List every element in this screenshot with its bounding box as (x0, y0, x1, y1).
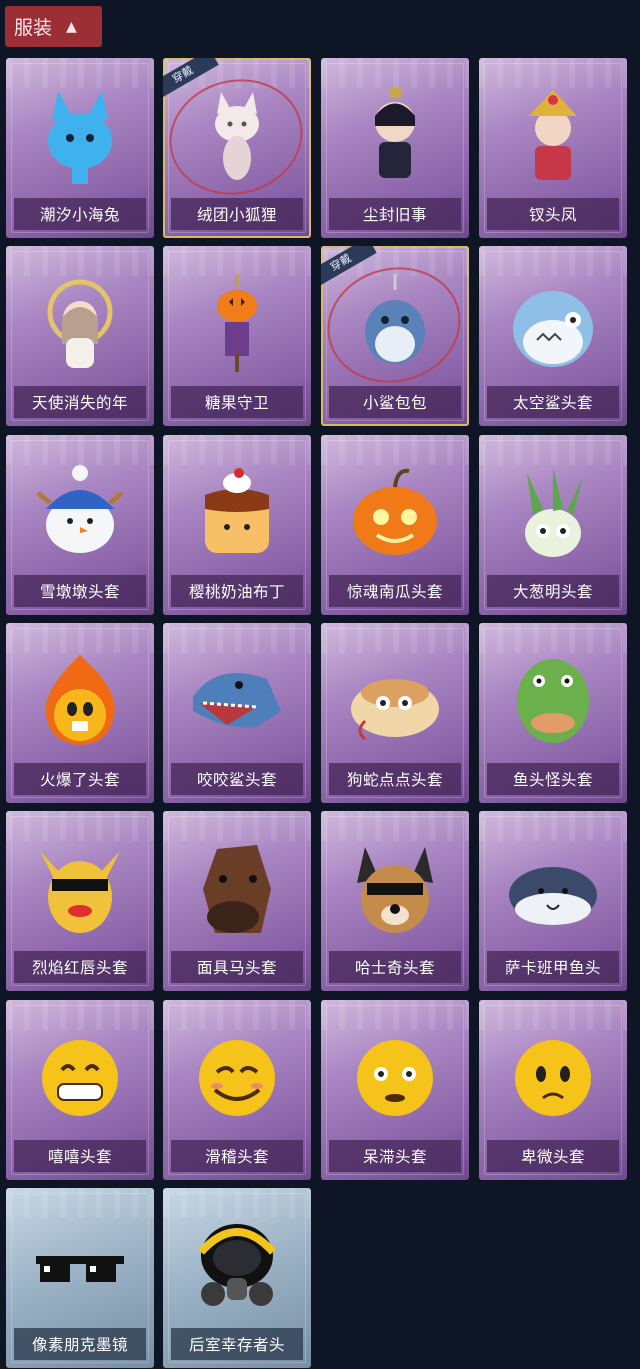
pumpkin-scarecrow-icon (187, 274, 287, 378)
costume-card[interactable]: 烈焰红唇头套 (6, 811, 154, 991)
white-fox-pendant-icon (187, 86, 287, 190)
red-lips-head-icon (30, 839, 130, 943)
gas-mask-helmet-icon (187, 1216, 287, 1320)
costume-name: 尘封旧事 (329, 198, 461, 230)
costume-card[interactable]: 咬咬鲨头套 (163, 623, 311, 803)
horse-mask-head-icon (187, 839, 287, 943)
costume-name: 小鲨包包 (329, 386, 461, 418)
pumpkin-head-icon (345, 463, 445, 567)
costume-section-toggle[interactable]: 服装 ▲ (5, 6, 102, 47)
costume-name: 萨卡班甲鱼头 (487, 951, 619, 983)
sacabambaspis-head-icon (503, 839, 603, 943)
costume-name: 哈士奇头套 (329, 951, 461, 983)
costume-card[interactable]: 滑稽头套 (163, 1000, 311, 1180)
costume-card[interactable]: 像素朋克墨镜 (6, 1188, 154, 1368)
blue-rabbit-figure-icon (30, 86, 130, 190)
costume-card[interactable]: 尘封旧事 (321, 58, 469, 238)
phoenix-crown-doll-icon (503, 86, 603, 190)
biting-shark-head-icon (187, 651, 287, 755)
costume-name: 天使消失的年 (14, 386, 146, 418)
costume-card[interactable]: 绒团小狐狸 穿戴 (163, 58, 311, 238)
pleading-emoji-head-icon (503, 1028, 603, 1132)
costume-card[interactable]: 天使消失的年 (6, 246, 154, 426)
costume-name: 大葱明头套 (487, 575, 619, 607)
costume-name: 咬咬鲨头套 (171, 763, 303, 795)
section-title: 服装 (14, 17, 53, 39)
costume-name: 呆滞头套 (329, 1140, 461, 1172)
angel-doll-icon (30, 274, 130, 378)
pixel-sunglasses-icon (30, 1216, 130, 1320)
costume-name: 绒团小狐狸 (171, 198, 303, 230)
costume-name: 雪墩墩头套 (14, 575, 146, 607)
costume-card[interactable]: 太空鲨头套 (479, 246, 627, 426)
costume-card[interactable]: 呆滞头套 (321, 1000, 469, 1180)
costume-name: 滑稽头套 (171, 1140, 303, 1172)
costume-card[interactable]: 嘻嘻头套 (6, 1000, 154, 1180)
costume-name: 太空鲨头套 (487, 386, 619, 418)
costume-name: 惊魂南瓜头套 (329, 575, 461, 607)
space-shark-head-icon (503, 274, 603, 378)
costume-name: 鱼头怪头套 (487, 763, 619, 795)
costume-card[interactable]: 面具马头套 (163, 811, 311, 991)
snake-head-icon (345, 651, 445, 755)
costume-name: 火爆了头套 (14, 763, 146, 795)
costume-card[interactable]: 钗头凤 (479, 58, 627, 238)
costume-name: 糖果守卫 (171, 386, 303, 418)
costume-card[interactable]: 萨卡班甲鱼头 (479, 811, 627, 991)
costume-card[interactable]: 樱桃奶油布丁 (163, 435, 311, 615)
costume-name: 樱桃奶油布丁 (171, 575, 303, 607)
pudding-head-icon (187, 463, 287, 567)
costume-card[interactable]: 大葱明头套 (479, 435, 627, 615)
costume-card[interactable]: 惊魂南瓜头套 (321, 435, 469, 615)
costume-card[interactable]: 卑微头套 (479, 1000, 627, 1180)
husky-head-icon (345, 839, 445, 943)
costume-name: 后室幸存者头 (171, 1328, 303, 1360)
costume-name: 卑微头套 (487, 1140, 619, 1172)
costume-card[interactable]: 潮汐小海兔 (6, 58, 154, 238)
chevron-up-icon: ▲ (66, 18, 77, 35)
stunned-emoji-head-icon (345, 1028, 445, 1132)
shark-pendant-icon (345, 274, 445, 378)
dark-prince-figure-icon (345, 86, 445, 190)
fish-monster-head-icon (503, 651, 603, 755)
smirk-emoji-head-icon (187, 1028, 287, 1132)
snowman-head-icon (30, 463, 130, 567)
costume-name: 面具马头套 (171, 951, 303, 983)
grin-emoji-head-icon (30, 1028, 130, 1132)
costume-name: 嘻嘻头套 (14, 1140, 146, 1172)
costume-card[interactable]: 小鲨包包 穿戴 (321, 246, 469, 426)
costume-card[interactable]: 狗蛇点点头套 (321, 623, 469, 803)
costume-name: 烈焰红唇头套 (14, 951, 146, 983)
fire-head-icon (30, 651, 130, 755)
costume-name: 狗蛇点点头套 (329, 763, 461, 795)
costume-card[interactable]: 雪墩墩头套 (6, 435, 154, 615)
costume-card[interactable]: 后室幸存者头 (163, 1188, 311, 1368)
costume-card[interactable]: 糖果守卫 (163, 246, 311, 426)
costume-name: 像素朋克墨镜 (14, 1328, 146, 1360)
costume-card[interactable]: 哈士奇头套 (321, 811, 469, 991)
costume-card[interactable]: 火爆了头套 (6, 623, 154, 803)
scallion-head-icon (503, 463, 603, 567)
costume-card[interactable]: 鱼头怪头套 (479, 623, 627, 803)
costume-name: 钗头凤 (487, 198, 619, 230)
costume-name: 潮汐小海兔 (14, 198, 146, 230)
